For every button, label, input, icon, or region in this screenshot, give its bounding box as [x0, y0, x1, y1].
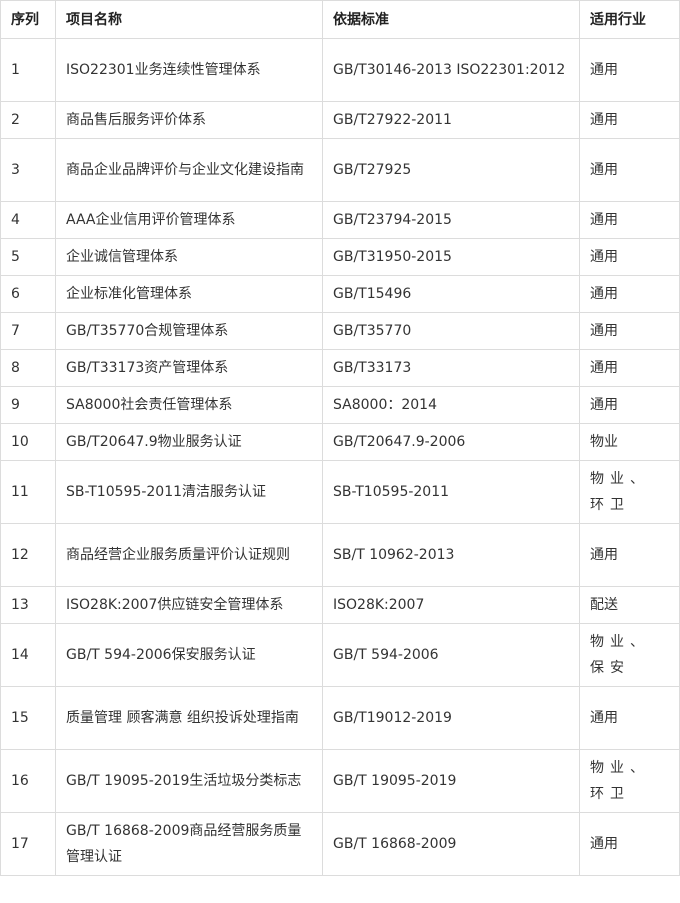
- table-row: 12 商品经营企业服务质量评价认证规则 SB/T 10962-2013 通用: [0, 523, 680, 587]
- cell-standard: ISO28K:2007: [322, 586, 580, 624]
- cell-industry: 通用: [579, 38, 680, 102]
- cell-no: 6: [0, 275, 56, 313]
- table-row: 4 AAA企业信用评价管理体系 GB/T23794-2015 通用: [0, 201, 680, 239]
- cell-no: 7: [0, 312, 56, 350]
- table-body: 1 ISO22301业务连续性管理体系 GB/T30146-2013 ISO2230…: [0, 38, 680, 876]
- cell-industry: 物业、保安: [579, 623, 680, 687]
- cell-name: 质量管理 顾客满意 组织投诉处理指南: [55, 686, 323, 750]
- cell-name: ISO28K:2007供应链安全管理体系: [55, 586, 323, 624]
- cell-industry: 通用: [579, 686, 680, 750]
- table-row: 8 GB/T33173资产管理体系 GB/T33173 通用: [0, 349, 680, 387]
- cell-no: 16: [0, 749, 56, 813]
- cell-no: 2: [0, 101, 56, 139]
- cell-name: GB/T20647.9物业服务认证: [55, 423, 323, 461]
- cell-no: 12: [0, 523, 56, 587]
- table-row: 3 商品企业品牌评价与企业文化建设指南 GB/T27925 通用: [0, 138, 680, 202]
- cell-industry: 通用: [579, 523, 680, 587]
- cell-no: 4: [0, 201, 56, 239]
- cell-name: AAA企业信用评价管理体系: [55, 201, 323, 239]
- cell-standard: GB/T15496: [322, 275, 580, 313]
- cell-name: 企业诚信管理体系: [55, 238, 323, 276]
- cell-name: GB/T 16868-2009商品经营服务质量管理认证: [55, 812, 323, 876]
- cell-no: 15: [0, 686, 56, 750]
- cell-industry: 物业: [579, 423, 680, 461]
- cell-standard: GB/T 16868-2009: [322, 812, 580, 876]
- table-row: 14 GB/T 594-2006保安服务认证 GB/T 594-2006 物业、保安: [0, 623, 680, 687]
- cell-name: 商品经营企业服务质量评价认证规则: [55, 523, 323, 587]
- table-row: 2 商品售后服务评价体系 GB/T27922-2011 通用: [0, 101, 680, 139]
- table-row: 7 GB/T35770合规管理体系 GB/T35770 通用: [0, 312, 680, 350]
- header-name: 项目名称: [55, 0, 323, 39]
- table-row: 17 GB/T 16868-2009商品经营服务质量管理认证 GB/T 16868-…: [0, 812, 680, 876]
- header-industry: 适用行业: [579, 0, 680, 39]
- cell-no: 17: [0, 812, 56, 876]
- cell-name: GB/T33173资产管理体系: [55, 349, 323, 387]
- cell-industry: 通用: [579, 275, 680, 313]
- cell-standard: SB/T 10962-2013: [322, 523, 580, 587]
- cell-name: SB-T10595-2011清洁服务认证: [55, 460, 323, 524]
- cell-industry: 通用: [579, 201, 680, 239]
- cell-industry: 物业、环卫: [579, 460, 680, 524]
- cell-standard: GB/T 19095-2019: [322, 749, 580, 813]
- cell-industry: 物业、环卫: [579, 749, 680, 813]
- cell-no: 11: [0, 460, 56, 524]
- cell-standard: GB/T 594-2006: [322, 623, 580, 687]
- cell-name: 企业标准化管理体系: [55, 275, 323, 313]
- cell-standard: GB/T30146-2013 ISO22301:2012: [322, 38, 580, 102]
- table-row: 11 SB-T10595-2011清洁服务认证 SB-T10595-2011 物业、环…: [0, 460, 680, 524]
- table-row: 6 企业标准化管理体系 GB/T15496 通用: [0, 275, 680, 313]
- table-header: 序列 项目名称 依据标准 适用行业: [0, 0, 680, 39]
- cell-name: GB/T35770合规管理体系: [55, 312, 323, 350]
- header-standard: 依据标准: [322, 0, 580, 39]
- cell-name: GB/T 594-2006保安服务认证: [55, 623, 323, 687]
- cell-standard: GB/T19012-2019: [322, 686, 580, 750]
- cell-name: ISO22301业务连续性管理体系: [55, 38, 323, 102]
- cell-standard: GB/T33173: [322, 349, 580, 387]
- cell-no: 5: [0, 238, 56, 276]
- cell-name: 商品企业品牌评价与企业文化建设指南: [55, 138, 323, 202]
- cell-industry: 通用: [579, 238, 680, 276]
- table-row: 9 SA8000社会责任管理体系 SA8000：2014 通用: [0, 386, 680, 424]
- cell-standard: SA8000：2014: [322, 386, 580, 424]
- table-row: 5 企业诚信管理体系 GB/T31950-2015 通用: [0, 238, 680, 276]
- table-row: 16 GB/T 19095-2019生活垃圾分类标志 GB/T 19095-2019…: [0, 749, 680, 813]
- cell-no: 9: [0, 386, 56, 424]
- cell-standard: GB/T23794-2015: [322, 201, 580, 239]
- cell-name: SA8000社会责任管理体系: [55, 386, 323, 424]
- cell-industry: 配送: [579, 586, 680, 624]
- cell-no: 13: [0, 586, 56, 624]
- table-row: 1 ISO22301业务连续性管理体系 GB/T30146-2013 ISO2230…: [0, 38, 680, 102]
- cell-name: GB/T 19095-2019生活垃圾分类标志: [55, 749, 323, 813]
- cell-no: 8: [0, 349, 56, 387]
- header-row: 序列 项目名称 依据标准 适用行业: [0, 0, 680, 39]
- cell-no: 14: [0, 623, 56, 687]
- cell-standard: GB/T35770: [322, 312, 580, 350]
- cell-standard: GB/T27925: [322, 138, 580, 202]
- cell-standard: SB-T10595-2011: [322, 460, 580, 524]
- cell-industry: 通用: [579, 386, 680, 424]
- table-row: 10 GB/T20647.9物业服务认证 GB/T20647.9-2006 物业: [0, 423, 680, 461]
- cell-no: 10: [0, 423, 56, 461]
- cell-name: 商品售后服务评价体系: [55, 101, 323, 139]
- table-row: 13 ISO28K:2007供应链安全管理体系 ISO28K:2007 配送: [0, 586, 680, 624]
- cell-industry: 通用: [579, 812, 680, 876]
- cell-standard: GB/T27922-2011: [322, 101, 580, 139]
- certification-table: 序列 项目名称 依据标准 适用行业 1 ISO22301业务连续性管理体系 GB/T…: [0, 0, 680, 876]
- cell-industry: 通用: [579, 312, 680, 350]
- cell-industry: 通用: [579, 101, 680, 139]
- table-row: 15 质量管理 顾客满意 组织投诉处理指南 GB/T19012-2019 通用: [0, 686, 680, 750]
- header-no: 序列: [0, 0, 56, 39]
- cell-standard: GB/T20647.9-2006: [322, 423, 580, 461]
- cell-standard: GB/T31950-2015: [322, 238, 580, 276]
- cell-no: 1: [0, 38, 56, 102]
- cell-industry: 通用: [579, 349, 680, 387]
- cell-industry: 通用: [579, 138, 680, 202]
- cell-no: 3: [0, 138, 56, 202]
